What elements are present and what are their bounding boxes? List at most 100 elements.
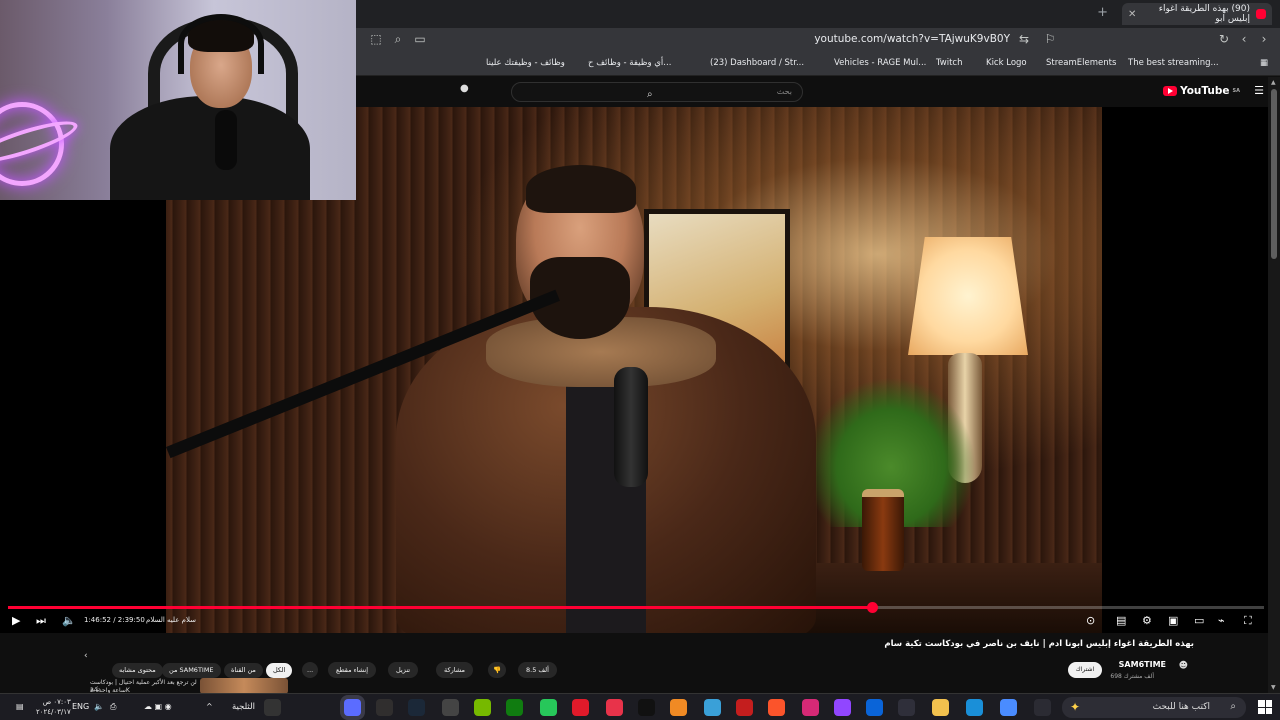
progress-bar[interactable] <box>8 602 1264 613</box>
weather-text[interactable]: الثلجية <box>232 702 255 712</box>
search-icon[interactable]: ⌕ <box>647 89 653 100</box>
file-explorer-icon[interactable] <box>932 699 949 716</box>
search-box[interactable]: ⌕ بحث <box>511 82 803 102</box>
notifications-icon[interactable]: ▤ <box>16 702 24 711</box>
chapter-title[interactable]: سلام عليه السلام <box>146 616 196 624</box>
copilot-icon[interactable] <box>1000 699 1017 716</box>
app-pink-icon[interactable] <box>606 699 623 716</box>
steam-icon[interactable] <box>408 699 425 716</box>
tray-icons[interactable]: ☁ ▣ ◉ <box>144 702 172 711</box>
share-button[interactable]: مشاركة <box>436 662 473 678</box>
bookmark-item[interactable]: The best streaming... <box>1128 58 1219 68</box>
app-red2-icon[interactable] <box>572 699 589 716</box>
settings-icon[interactable] <box>442 699 459 716</box>
sparkle-icon: ✦ <box>1070 700 1081 714</box>
fullscreen-icon[interactable]: ⛶ <box>1244 614 1252 628</box>
instagram-icon[interactable] <box>802 699 819 716</box>
forward-icon[interactable]: › <box>1256 32 1272 46</box>
browser-tab-youtube[interactable]: (90) بهذه الطريقة اغواء إبليس ابو ✕ <box>1122 3 1272 25</box>
play-icon[interactable]: ▶ <box>12 614 20 627</box>
subscriber-count: 698 ألف مشترك <box>1110 673 1154 680</box>
volume-icon[interactable]: 🔈 <box>62 614 76 627</box>
scroll-thumb[interactable] <box>1271 89 1277 259</box>
chips-next-icon[interactable]: ‹ <box>84 651 88 661</box>
more-actions-button[interactable]: ... <box>302 662 319 678</box>
youtube-favicon-icon <box>1256 9 1266 19</box>
xbox-icon[interactable] <box>506 699 523 716</box>
channel-avatar[interactable]: ☻ <box>1179 661 1188 671</box>
channel-name[interactable]: SAM6TIME <box>1119 660 1166 669</box>
bookmarks-bar: وظائف - وظيفتك علينا أي وظيفة - وظائف ح.… <box>356 52 1280 76</box>
close-tab-icon[interactable]: ✕ <box>1128 9 1136 20</box>
taskbar-search-placeholder: اكتب هنا للبحث <box>1152 702 1210 712</box>
new-tab-icon[interactable]: + <box>1097 5 1108 20</box>
app-red-icon[interactable] <box>736 699 753 716</box>
edge-icon[interactable] <box>966 699 983 716</box>
bookmark-item[interactable]: Vehicles - RAGE Mul... <box>834 58 926 68</box>
bookmark-item[interactable]: Kick Logo <box>986 58 1027 68</box>
discord-icon[interactable] <box>344 699 361 716</box>
bookmark-item[interactable]: (23) Dashboard / Str... <box>710 58 804 68</box>
scroll-up-icon[interactable]: ▲ <box>1271 79 1276 86</box>
apps-grid-icon[interactable]: ▦ <box>1260 58 1268 68</box>
site-settings-icon[interactable]: ⇆ <box>1016 32 1032 46</box>
taskbar-search[interactable]: ✦ اكتب هنا للبحث ⌕ <box>1062 697 1246 718</box>
like-button[interactable]: 8.5 ألف <box>518 662 557 678</box>
dislike-icon[interactable]: 👎 <box>488 662 507 678</box>
bookmark-item[interactable]: وظائف - وظيفتك علينا <box>486 58 565 68</box>
page-scrollbar[interactable]: ▲ ▼ <box>1268 77 1280 693</box>
subscribe-button[interactable]: اشتراك <box>1068 662 1102 678</box>
cast-icon[interactable]: ⌁ <box>1218 614 1225 627</box>
tray-misc-icon[interactable]: ⎙ <box>110 702 116 712</box>
obs-icon[interactable] <box>376 699 393 716</box>
app-green-icon[interactable] <box>540 699 557 716</box>
youtube-logo-text: YouTube <box>1180 85 1230 97</box>
youtube-logo[interactable]: YouTube SA <box>1163 85 1240 97</box>
autoplay-toggle[interactable]: ⊙ <box>1086 614 1095 627</box>
chip-from-channel-name[interactable]: من SAM6TIME <box>162 663 221 678</box>
url-field[interactable]: youtube.com/watch?v=TAjwuK9vB0Y <box>814 33 1010 45</box>
theater-mode-icon[interactable]: ▭ <box>1194 614 1204 627</box>
next-icon[interactable]: ⏭ <box>36 614 46 628</box>
windows-start-icon[interactable] <box>1258 700 1272 714</box>
clock-time: ٠٧:٠٣ ص <box>42 698 71 706</box>
extension-icon[interactable]: ⬚ <box>368 32 384 46</box>
chip-all[interactable]: الكل <box>266 663 293 678</box>
clip-button[interactable]: إنشاء مقطع <box>328 662 377 678</box>
reload-icon[interactable]: ↻ <box>1216 32 1232 46</box>
settings-gear-icon[interactable]: ⚙ <box>1142 614 1152 627</box>
outlook-icon[interactable] <box>866 699 883 716</box>
scroll-down-icon[interactable]: ▼ <box>1271 684 1276 691</box>
task-view-icon[interactable] <box>1034 699 1051 716</box>
app-blue-icon[interactable] <box>704 699 721 716</box>
microphone-icon[interactable]: ● <box>460 83 469 94</box>
streamer-body <box>110 96 310 200</box>
bookmark-icon[interactable]: ⚐ <box>1042 32 1058 46</box>
store-icon[interactable] <box>898 699 915 716</box>
chip-from-channel[interactable]: من القناة <box>224 663 263 678</box>
chip-related[interactable]: محتوى مشابه <box>112 663 163 678</box>
bookmark-item[interactable]: Twitch <box>936 58 963 68</box>
brave-icon[interactable] <box>768 699 785 716</box>
bookmark-item[interactable]: أي وظيفة - وظائف ح... <box>588 58 671 68</box>
app-orange-icon[interactable] <box>670 699 687 716</box>
miniplayer-icon[interactable]: ▣ <box>1168 614 1178 627</box>
subtitles-icon[interactable]: ▤ <box>1116 614 1126 627</box>
bookmark-item[interactable]: StreamElements <box>1046 58 1116 68</box>
menu-icon[interactable]: ☰ <box>1254 84 1264 97</box>
tiktok-icon[interactable] <box>638 699 655 716</box>
language-indicator[interactable]: ENG <box>72 702 89 711</box>
twitch-icon[interactable] <box>834 699 851 716</box>
tray-expand-icon[interactable]: ^ <box>206 702 213 711</box>
zoom-icon[interactable]: ⌕ <box>390 32 406 47</box>
download-button[interactable]: تنزيل <box>388 662 419 678</box>
weather-icon[interactable] <box>264 699 281 716</box>
back-icon[interactable]: ‹ <box>1236 32 1252 46</box>
nvidia-icon[interactable] <box>474 699 491 716</box>
windows-taskbar: ✦ اكتب هنا للبحث ⌕ الثلجية ^ ☁ ▣ ◉ ⎙ 🔈 E… <box>0 693 1280 720</box>
screenshot-icon[interactable]: ▭ <box>412 32 428 46</box>
volume-icon[interactable]: 🔈 <box>94 702 104 711</box>
suggestion-thumbnail[interactable] <box>200 678 288 694</box>
guest-hair <box>526 165 636 213</box>
taskbar-clock[interactable]: ٠٧:٠٣ ص ٢٠٢٤/٠٣/١٧ <box>36 697 71 717</box>
